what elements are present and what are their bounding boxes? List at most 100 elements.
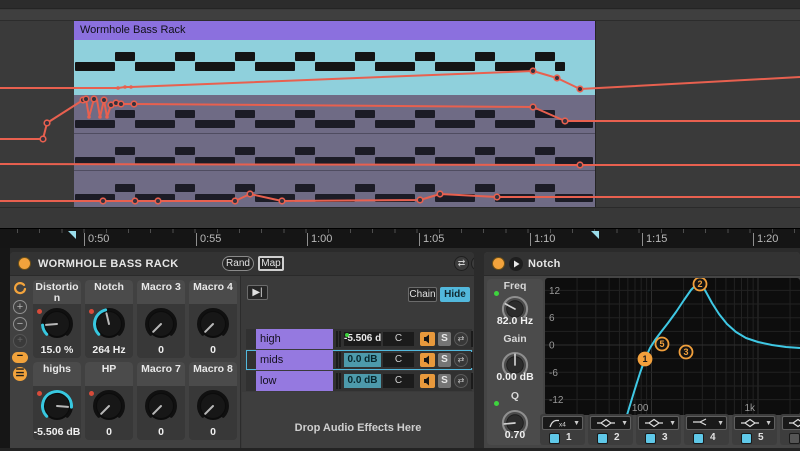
macro-5[interactable]: highs -5.506 dB — [33, 362, 81, 440]
filter-shape-icon — [597, 418, 615, 428]
midi-note — [195, 194, 235, 202]
macro-7[interactable]: Macro 7 0 — [137, 362, 185, 440]
time-label: 0:50 — [84, 233, 109, 246]
chain-name[interactable]: low — [256, 371, 333, 391]
collapsed-track-lane-top[interactable] — [0, 0, 800, 9]
macro-1[interactable]: Distortion 15.0 % — [33, 280, 81, 358]
macro-2[interactable]: Notch 264 Hz — [85, 280, 133, 358]
band-enable-checkbox[interactable] — [645, 433, 656, 444]
midi-note — [315, 194, 355, 202]
filter-type-dropdown[interactable]: ▼ — [782, 416, 800, 430]
filter-shape-icon — [789, 418, 800, 428]
midi-note — [115, 184, 135, 192]
chain-hot-swap-icon[interactable]: ⇄ — [454, 332, 468, 346]
svg-text:x4: x4 — [559, 422, 566, 429]
show-macros-icon[interactable]: − — [12, 351, 28, 363]
midi-note — [235, 52, 255, 61]
hot-swap-icon[interactable]: ⇄ — [454, 256, 469, 271]
band-enable-checkbox[interactable] — [597, 433, 608, 444]
chain-name[interactable]: high — [256, 329, 333, 349]
filter-type-dropdown[interactable]: ▼ — [734, 416, 775, 430]
macro-knob-icon[interactable] — [143, 388, 179, 424]
midi-note — [295, 184, 315, 192]
time-label: 1:05 — [419, 233, 444, 246]
time-label: 1:00 — [307, 233, 332, 246]
speaker-icon — [424, 334, 429, 344]
macro-knob-icon[interactable] — [91, 388, 127, 424]
macro-8[interactable]: Macro 8 0 — [189, 362, 237, 440]
chevron-down-icon: ▼ — [573, 420, 580, 427]
band-enable-checkbox[interactable] — [741, 433, 752, 444]
macro-4[interactable]: Macro 4 0 — [189, 280, 237, 358]
midi-note — [495, 194, 535, 202]
midi-note — [355, 52, 375, 61]
rand-button[interactable]: Rand — [222, 256, 254, 271]
band-number: 1 — [566, 432, 572, 443]
clip-title-bar[interactable]: Wormhole Bass Rack — [74, 21, 595, 40]
midi-note — [175, 110, 195, 118]
macro-variations-icon[interactable] — [13, 282, 27, 296]
filter-band-1: x4 ▼ 1 — [540, 414, 585, 445]
chain-row[interactable]: high -5.506 d C S ⇄ — [246, 329, 473, 349]
macro-value: 0 — [158, 426, 164, 438]
midi-note — [295, 147, 315, 155]
chain-hot-swap-icon[interactable]: ⇄ — [454, 374, 468, 388]
chain-volume-value[interactable]: 0.0 dB — [344, 353, 381, 367]
midi-note — [375, 62, 415, 71]
midi-note — [195, 120, 235, 128]
chain-pan-value[interactable]: C — [383, 374, 414, 388]
drop-audio-effects-area[interactable]: Drop Audio Effects Here — [242, 392, 474, 448]
chain-volume-value[interactable]: 0.0 dB — [344, 374, 381, 388]
speaker-icon — [424, 376, 429, 386]
time-ruler[interactable]: 0:50 0:55 1:00 1:05 1:10 1:15 1:20 — [0, 228, 800, 248]
filter-type-dropdown[interactable]: ▼ — [590, 416, 631, 430]
macro-knob-icon[interactable] — [39, 306, 75, 342]
midi-note — [75, 194, 115, 202]
filter-type-dropdown[interactable]: x4 ▼ — [542, 416, 583, 430]
device-activator-icon[interactable] — [18, 257, 31, 270]
filter-type-dropdown[interactable]: ▼ — [686, 416, 727, 430]
solo-button[interactable]: S — [438, 353, 451, 367]
chain-row[interactable]: low 0.0 dB C S ⇄ — [246, 371, 473, 391]
filter-type-dropdown[interactable]: ▼ — [638, 416, 679, 430]
map-button[interactable]: Map — [258, 256, 284, 271]
macro-3[interactable]: Macro 3 0 — [137, 280, 185, 358]
automation-led-icon — [345, 333, 349, 337]
clip-automation-lanes[interactable] — [74, 95, 595, 207]
chain-volume-value[interactable]: -5.506 d — [344, 332, 381, 346]
save-preset-icon[interactable] — [471, 256, 474, 271]
show-chain-list-icon[interactable]: ☰ — [13, 367, 27, 381]
filter-band-3: ▼ 3 — [636, 414, 681, 445]
macro-controls: Distortion 15.0 % Notch 264 Hz Macro 3 0 Macro… — [33, 280, 238, 444]
macro-6[interactable]: HP 0 — [85, 362, 133, 440]
speaker-icon — [424, 355, 429, 365]
remove-variation-icon[interactable]: − — [13, 317, 27, 331]
chain-pan-value[interactable]: C — [383, 332, 414, 346]
midi-note — [555, 194, 593, 202]
chain-row[interactable]: mids 0.0 dB C S ⇄ — [246, 350, 473, 370]
macro-knob-icon[interactable] — [195, 306, 231, 342]
band-enable-checkbox[interactable] — [549, 433, 560, 444]
clip-end-edge[interactable] — [595, 21, 596, 207]
chain-hot-swap-icon[interactable]: ⇄ — [454, 353, 468, 367]
chain-activator-button[interactable] — [420, 332, 435, 346]
chain-pan-value[interactable]: C — [383, 353, 414, 367]
band-number: 5 — [758, 432, 764, 443]
macro-knob-icon[interactable] — [143, 306, 179, 342]
time-label: 1:15 — [642, 233, 667, 246]
solo-button[interactable]: S — [438, 332, 451, 346]
macro-knob-icon[interactable] — [39, 388, 75, 424]
chain-activator-button[interactable] — [420, 353, 435, 367]
collapsed-track-lane[interactable] — [0, 10, 800, 21]
macro-knob-icon[interactable] — [195, 388, 231, 424]
solo-button[interactable]: S — [438, 374, 451, 388]
add-variation-icon[interactable]: + — [13, 300, 27, 314]
capture-variation-icon[interactable]: + — [13, 334, 27, 348]
band-enable-checkbox[interactable] — [789, 433, 800, 444]
macro-knob-icon[interactable] — [91, 306, 127, 342]
chain-activator-button[interactable] — [420, 374, 435, 388]
arrangement-empty-lane[interactable] — [0, 207, 800, 228]
band-enable-checkbox[interactable] — [693, 433, 704, 444]
chain-name[interactable]: mids — [256, 350, 333, 370]
rack-title-bar[interactable]: WORMHOLE BASS RACK Rand Map ⇄ — [10, 252, 474, 276]
